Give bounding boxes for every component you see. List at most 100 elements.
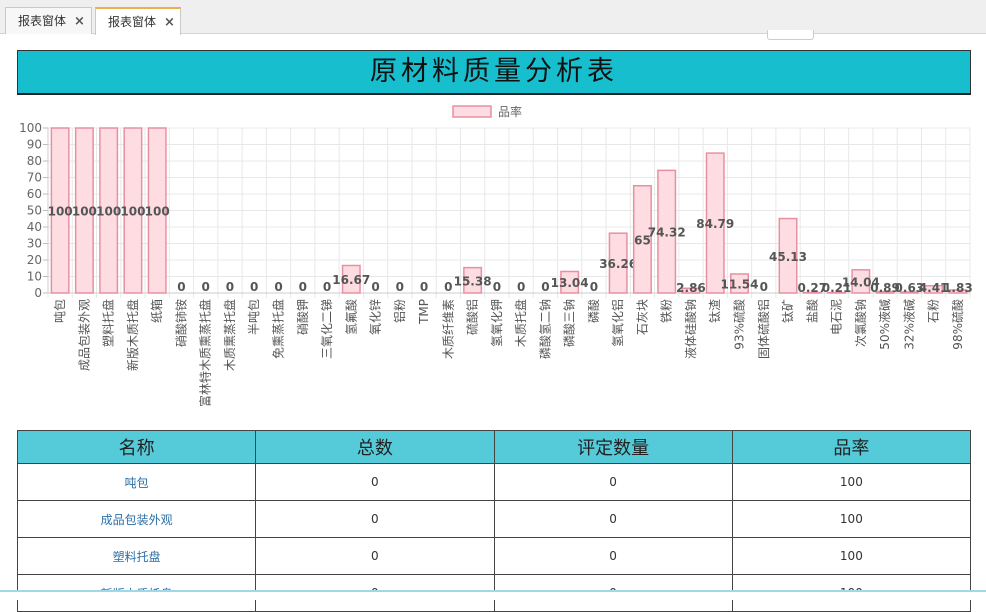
data-label: 100 xyxy=(72,205,97,219)
data-label: 0 xyxy=(226,280,234,294)
x-tick-label: 98%硫酸 xyxy=(950,299,965,350)
x-tick-label: 半吨包 xyxy=(247,299,261,335)
x-tick-label: 吨包 xyxy=(53,299,67,323)
column-header-total[interactable]: 总数 xyxy=(256,431,494,464)
row-rate: 100 xyxy=(732,538,970,575)
data-label: 0 xyxy=(177,280,185,294)
row-name-link[interactable]: 成品包装外观 xyxy=(18,501,256,538)
x-tick-label: 塑料托盘 xyxy=(101,299,116,347)
data-label: 11.54 xyxy=(721,277,759,291)
row-name-link[interactable]: 塑料托盘 xyxy=(18,538,256,575)
row-name-link[interactable]: 吨包 xyxy=(18,464,256,501)
x-tick-label: 石灰块 xyxy=(635,299,649,335)
data-label: 0 xyxy=(250,280,258,294)
data-label: 100 xyxy=(120,205,145,219)
y-tick-label: 10 xyxy=(27,270,42,284)
x-tick-label: 次氯酸钠 xyxy=(853,299,868,347)
x-tick-label: 硝酸铈铵 xyxy=(173,299,188,347)
data-label: 13.04 xyxy=(551,276,589,290)
x-tick-label: 富林特木质熏蒸托盘 xyxy=(198,299,213,407)
x-tick-label: 成品包装外观 xyxy=(77,299,91,371)
data-label: 0 xyxy=(274,280,282,294)
data-label: 100 xyxy=(96,205,121,219)
x-tick-label: 液体硅酸钠 xyxy=(683,299,698,359)
data-label: 84.79 xyxy=(696,217,734,231)
x-tick-label: 免熏蒸托盘 xyxy=(271,299,286,359)
column-header-name[interactable]: 名称 xyxy=(18,431,256,464)
legend-label: 品率 xyxy=(498,104,522,119)
y-tick-label: 80 xyxy=(27,154,42,168)
y-tick-label: 90 xyxy=(27,138,42,152)
x-tick-label: 木质熏蒸托盘 xyxy=(222,299,237,371)
row-rated-count: 0 xyxy=(494,501,732,538)
data-label: 100 xyxy=(48,205,73,219)
close-icon[interactable]: × xyxy=(164,10,175,36)
data-label: 16.67 xyxy=(332,273,370,287)
y-tick-label: 30 xyxy=(27,237,42,251)
data-label: 0 xyxy=(444,280,452,294)
data-label: 45.13 xyxy=(769,250,807,264)
collapse-handle[interactable] xyxy=(767,30,814,40)
close-icon[interactable]: × xyxy=(74,9,85,35)
row-rate: 100 xyxy=(732,501,970,538)
data-label: 15.38 xyxy=(454,274,492,288)
x-tick-label: 磷酸 xyxy=(586,299,601,323)
x-tick-label: 硫酸铝 xyxy=(465,299,480,335)
row-total: 0 xyxy=(256,538,494,575)
x-tick-label: 铁粉 xyxy=(660,299,674,323)
x-tick-label: 石粉 xyxy=(927,299,941,323)
x-tick-label: 氢氟酸 xyxy=(343,299,358,335)
x-tick-label: 新版木质托盘 xyxy=(125,299,140,371)
data-label: 0 xyxy=(420,280,428,294)
y-tick-label: 100 xyxy=(19,121,42,135)
table-row: 成品包装外观 0 0 100 xyxy=(18,501,971,538)
y-tick-label: 60 xyxy=(27,187,42,201)
data-label: 0 xyxy=(541,280,549,294)
data-label: 74.32 xyxy=(648,226,686,240)
quality-table: 名称 总数 评定数量 品率 吨包 0 0 100 成品包装外观 0 0 100 … xyxy=(17,430,971,612)
data-label: 0 xyxy=(202,280,210,294)
tab-label: 报表窗体 xyxy=(108,9,156,35)
row-total: 0 xyxy=(256,501,494,538)
data-label: 0 xyxy=(396,280,404,294)
tab-report-1[interactable]: 报表窗体× xyxy=(5,7,92,34)
data-label: 0 xyxy=(371,280,379,294)
bottom-divider xyxy=(0,590,986,600)
data-label: 0 xyxy=(323,280,331,294)
x-tick-label: 氧化锌 xyxy=(369,299,383,335)
x-tick-label: 电石泥 xyxy=(830,299,844,335)
row-total: 0 xyxy=(256,464,494,501)
x-tick-label: 纸箱 xyxy=(149,299,164,323)
tab-report-2[interactable]: 报表窗体 × xyxy=(95,7,181,35)
x-tick-label: 氢氧化铝 xyxy=(610,299,625,347)
y-tick-label: 40 xyxy=(27,220,42,234)
table-row: 塑料托盘 0 0 100 xyxy=(18,538,971,575)
quality-bar-chart: 品率0102030405060708090100100吨包100成品包装外观10… xyxy=(0,98,986,430)
y-tick-label: 0 xyxy=(34,286,42,300)
x-tick-label: 钛渣 xyxy=(707,299,722,323)
x-tick-label: 32%液碱 xyxy=(901,299,916,350)
data-label: 0 xyxy=(517,280,525,294)
x-tick-label: 磷酸氢二钠 xyxy=(537,299,552,359)
data-label: 0 xyxy=(493,280,501,294)
table-row: 吨包 0 0 100 xyxy=(18,464,971,501)
x-tick-label: 盐酸 xyxy=(804,299,819,323)
x-tick-label: 93%硫酸 xyxy=(732,299,747,350)
column-header-rated-count[interactable]: 评定数量 xyxy=(494,431,732,464)
row-rated-count: 0 xyxy=(494,464,732,501)
table-header-row: 名称 总数 评定数量 品率 xyxy=(18,431,971,464)
data-label: 0 xyxy=(760,280,768,294)
x-tick-label: 固体硫酸铝 xyxy=(756,299,771,359)
data-label: 2.86 xyxy=(676,281,706,295)
data-label: 36.26 xyxy=(599,257,637,271)
data-label: 0 xyxy=(590,280,598,294)
column-header-rate[interactable]: 品率 xyxy=(732,431,970,464)
data-label: 100 xyxy=(145,205,170,219)
x-tick-label: 铝粉 xyxy=(392,299,407,323)
row-rated-count: 0 xyxy=(494,538,732,575)
x-tick-label: 硝酸钾 xyxy=(295,299,310,335)
x-tick-label: TMP xyxy=(417,299,431,325)
y-tick-label: 50 xyxy=(27,204,42,218)
y-tick-label: 20 xyxy=(27,253,42,267)
data-label: 0 xyxy=(299,280,307,294)
